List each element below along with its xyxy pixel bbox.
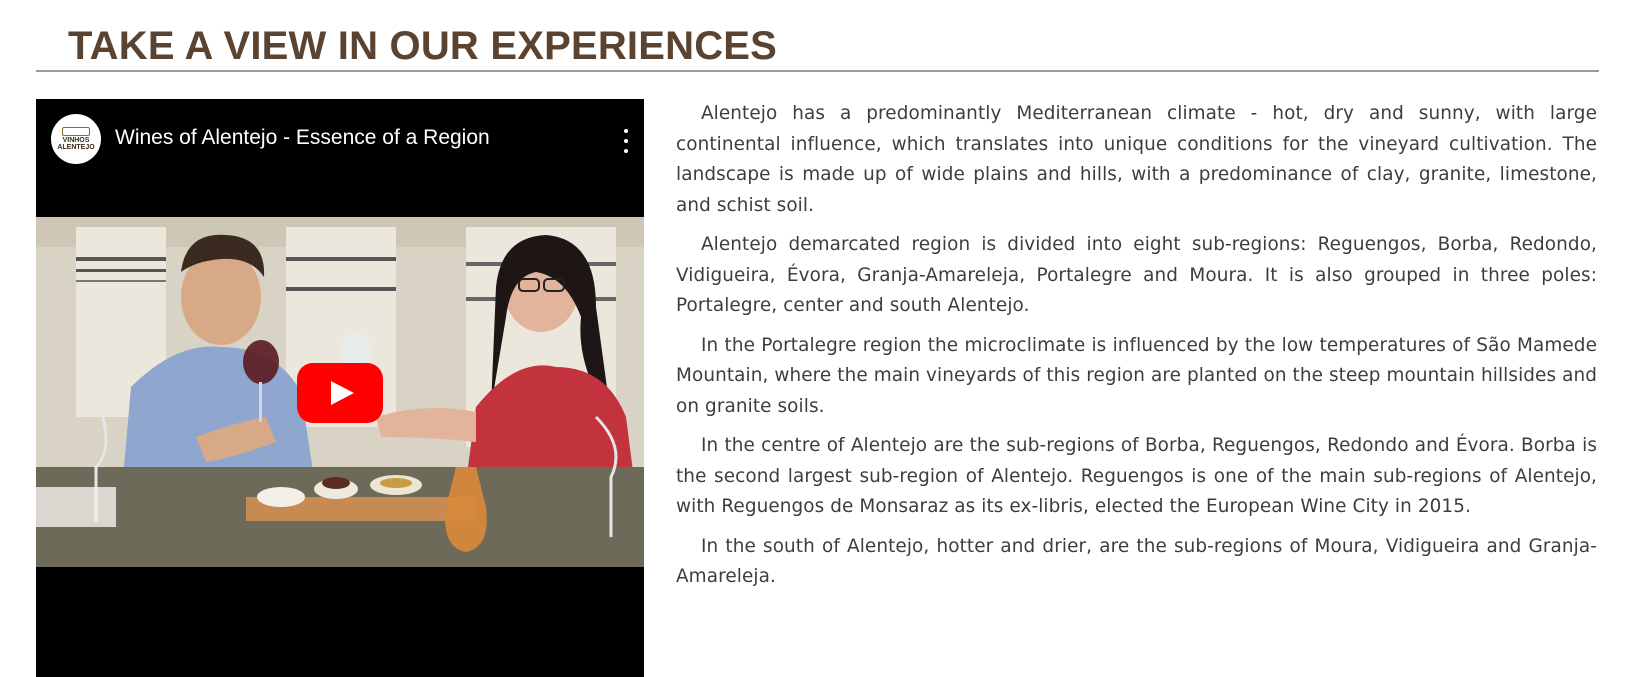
section-title: TAKE A VIEW IN OUR EXPERIENCES: [68, 24, 778, 68]
wine-logo-icon: [62, 127, 90, 136]
article-paragraph: Alentejo demarcated region is divided in…: [676, 234, 1597, 316]
article-paragraph: In the south of Alentejo, hotter and dri…: [676, 535, 1597, 588]
article-body: Alentejo has a predominantly Mediterrane…: [676, 99, 1597, 602]
article-paragraph: In the centre of Alentejo are the sub-re…: [676, 435, 1597, 517]
channel-logo-text: VINHOS ALENTEJO: [57, 137, 95, 151]
video-header: VINHOS ALENTEJO Wines of Alentejo - Esse…: [36, 99, 644, 179]
youtube-video-embed[interactable]: VINHOS ALENTEJO Wines of Alentejo - Esse…: [36, 99, 644, 677]
youtube-play-icon[interactable]: [297, 363, 383, 423]
more-vertical-icon[interactable]: [622, 129, 630, 153]
video-title[interactable]: Wines of Alentejo - Essence of a Region: [115, 125, 490, 151]
channel-avatar[interactable]: VINHOS ALENTEJO: [51, 114, 101, 164]
article-paragraph: Alentejo has a predominantly Mediterrane…: [676, 103, 1597, 216]
title-divider: [36, 70, 1599, 72]
article-paragraph: In the Portalegre region the microclimat…: [676, 334, 1597, 417]
